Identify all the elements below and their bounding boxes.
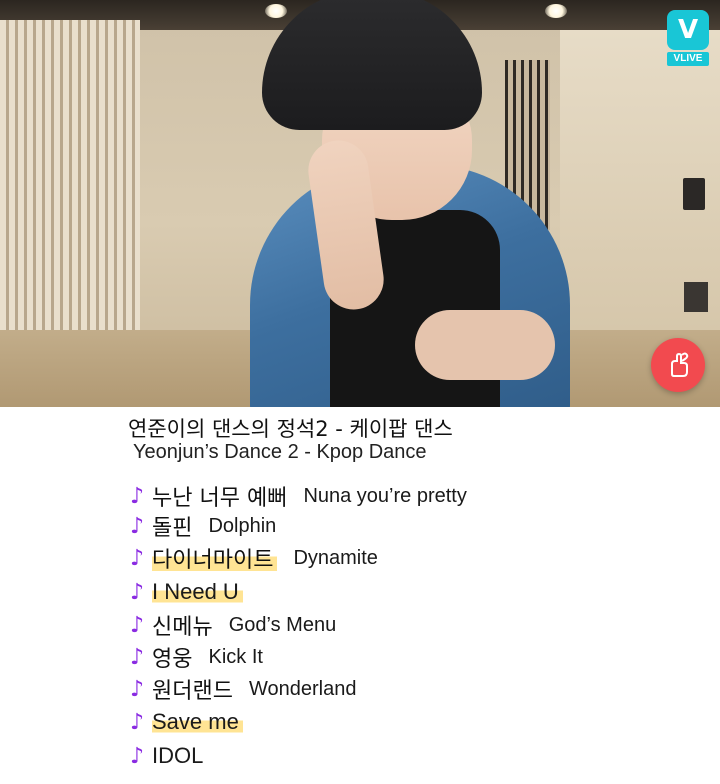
song-title-english: Kick It (208, 645, 263, 668)
music-note-icon: ♪ (130, 709, 145, 735)
wall-speaker (683, 178, 705, 210)
song-item: ♪ 누난 너무 예뻐 Nuna you’re pretty (130, 481, 467, 512)
music-note-icon: ♪ (130, 545, 145, 571)
song-title-korean: 누난 너무 예뻐 (152, 486, 288, 511)
music-note-icon: ♪ (130, 612, 145, 638)
song-title-english: Save me (152, 709, 243, 735)
person-hand-resting (415, 310, 555, 380)
ceiling-light (265, 4, 287, 18)
song-item: ♪ 영웅 Kick It (130, 642, 263, 673)
ceiling-light (545, 4, 567, 18)
music-note-icon: ♪ (130, 676, 145, 702)
video-frame[interactable]: V VLIVE (0, 0, 720, 407)
floor-box (684, 282, 708, 312)
song-title-english: Wonderland (248, 677, 357, 700)
song-title-english: IDOL (152, 743, 204, 768)
song-item: ♪ 원더랜드 Wonderland (130, 674, 357, 705)
song-item: ♪ Save me (130, 707, 243, 737)
song-title-english: I Need U (152, 579, 243, 605)
music-note-icon: ♪ (130, 483, 145, 509)
song-item: ♪ 돌핀 Dolphin (130, 511, 277, 542)
song-item: ♪ IDOL (130, 741, 203, 771)
finger-heart-icon (671, 352, 689, 377)
song-title-english: God’s Menu (228, 613, 337, 636)
vlive-wordmark: VLIVE (667, 52, 709, 66)
music-note-icon: ♪ (130, 644, 145, 670)
vlive-v-icon: V (667, 10, 709, 50)
song-title-korean: 원더랜드 (152, 679, 233, 704)
song-title-korean: 신메뉴 (152, 615, 213, 640)
music-note-icon: ♪ (130, 579, 145, 605)
song-item: ♪ I Need U (130, 577, 243, 607)
song-title-english: Dynamite (293, 546, 378, 569)
music-note-icon: ♪ (130, 743, 145, 769)
wall-slats-left (0, 20, 140, 380)
title-korean: 연준이의 댄스의 정석2 - 케이팝 댄스 (128, 417, 453, 441)
song-title-korean: 다이너마이트 (152, 542, 278, 574)
song-title-korean: 돌핀 (152, 516, 193, 541)
song-title-english: Dolphin (208, 514, 277, 537)
song-title-english: Nuna you’re pretty (303, 484, 467, 507)
title-english: Yeonjun’s Dance 2 - Kpop Dance (133, 441, 427, 463)
music-note-icon: ♪ (130, 513, 145, 539)
finger-heart-button[interactable] (651, 338, 705, 392)
vlive-logo: V VLIVE (667, 10, 709, 66)
song-item: ♪ 다이너마이트 Dynamite (130, 542, 378, 574)
person-beanie (262, 0, 482, 130)
song-title-korean: 영웅 (152, 647, 193, 672)
song-item: ♪ 신메뉴 God’s Menu (130, 610, 337, 641)
